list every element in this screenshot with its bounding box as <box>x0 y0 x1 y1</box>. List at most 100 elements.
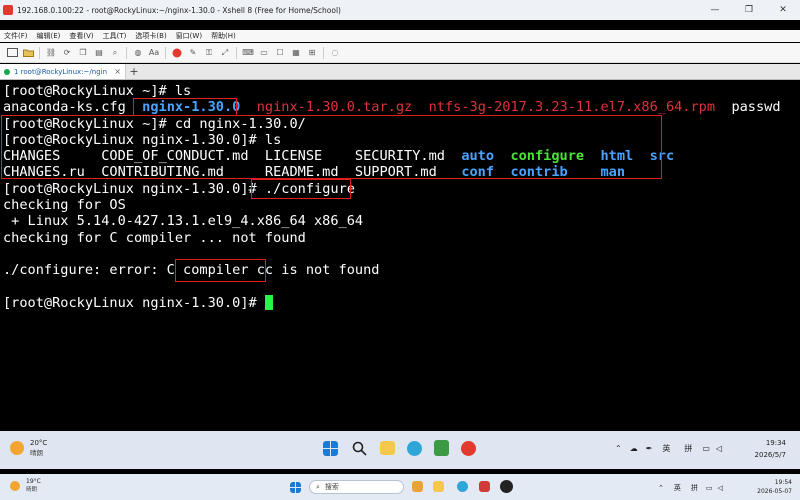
weather-temp: 19°C <box>26 478 41 485</box>
paste-icon[interactable]: ▤ <box>91 46 107 60</box>
terminal-output[interactable]: [root@RockyLinux ~]# ls anaconda-ks.cfg … <box>0 81 800 431</box>
toolbar-divider <box>236 46 237 59</box>
terminal-line: checking for OS <box>3 197 126 214</box>
globe-icon[interactable]: ◍ <box>130 46 146 60</box>
search-icon[interactable] <box>352 441 367 456</box>
menu-window[interactable]: 窗口(W) <box>176 31 202 41</box>
menu-tools[interactable]: 工具(T) <box>103 31 127 41</box>
annotation-box-nginx-dir <box>133 98 237 116</box>
sun-icon <box>10 441 24 455</box>
session-tab-label: 1 root@RockyLinux:~/ngin <box>14 67 108 76</box>
toolbar-divider <box>39 46 40 59</box>
xftp-icon[interactable] <box>169 46 185 60</box>
file-explorer-icon[interactable] <box>380 441 395 455</box>
compose-icon[interactable]: ✎ <box>185 46 201 60</box>
lock-icon[interactable]: ⚿ <box>201 46 217 60</box>
network-icon[interactable]: ▭ <box>702 444 710 453</box>
search-placeholder: 搜索 <box>324 483 339 491</box>
screen: 192.168.0.100:22 - root@RockyLinux:~/ngi… <box>0 0 800 500</box>
app-icon[interactable] <box>412 481 423 492</box>
weather-temp: 20°C <box>30 439 48 447</box>
clock[interactable]: 19:54 2026-05-07 <box>757 479 792 495</box>
media-player-icon[interactable] <box>500 480 513 493</box>
session-tab[interactable]: 1 root@RockyLinux:~/ngin × <box>0 64 126 79</box>
volume-icon[interactable]: ◁ <box>716 444 722 453</box>
windows-start-icon[interactable] <box>290 482 301 493</box>
ime-mode[interactable]: 拼 <box>691 483 698 493</box>
app-icon[interactable] <box>434 440 449 456</box>
ime-language[interactable]: 英 <box>662 443 670 454</box>
sun-icon <box>10 480 20 491</box>
menu-edit[interactable]: 编辑(E) <box>37 31 61 41</box>
terminal-line: [root@RockyLinux ~]# ls <box>3 83 192 99</box>
network-icon[interactable]: ▭ <box>706 484 713 492</box>
file-explorer-icon[interactable] <box>433 481 444 492</box>
terminal-line: ./configure: error: C compiler cc is not… <box>3 262 380 279</box>
wps-icon[interactable] <box>479 481 490 492</box>
close-tab-icon[interactable]: × <box>114 67 121 76</box>
xshell-taskbar-icon[interactable] <box>461 441 476 456</box>
menu-file[interactable]: 文件(F) <box>4 31 28 41</box>
terminal-line: [root@RockyLinux nginx-1.30.0]# <box>3 294 800 311</box>
window-title: 192.168.0.100:22 - root@RockyLinux:~/ngi… <box>17 5 341 15</box>
toolbar: ⛓ ⟳ ❐ ▤ ⌕ ◍ Aa ✎ ⚿ ⤢ ⌨ ▭ ☐ ▦ ⊞ ◌ <box>0 43 800 63</box>
chat-icon[interactable]: ☐ <box>272 46 288 60</box>
cloud-icon[interactable]: ☁ <box>630 444 638 453</box>
weather-desc: 晴朗 <box>30 449 43 457</box>
weather-widget[interactable]: 20°C 晴朗 <box>10 439 47 457</box>
chevron-up-icon[interactable]: ⌃ <box>658 484 664 492</box>
terminal-line: [root@RockyLinux nginx-1.30.0]# ./config… <box>3 180 355 197</box>
windows-taskbar-secondary: 19°C 晴朗 ⌕ 搜索 ⌃ 英 拼 ▭ ◁ 19:54 2026-05-07 <box>0 474 800 500</box>
weather-widget[interactable]: 19°C 晴朗 <box>10 478 41 493</box>
taskbar-search-box[interactable]: ⌕ 搜索 <box>309 480 404 494</box>
minimize-button[interactable]: — <box>698 0 732 20</box>
chevron-up-icon[interactable]: ⌃ <box>615 444 622 453</box>
fullscreen-icon[interactable]: ⤢ <box>217 46 233 60</box>
session-tab-bar: 1 root@RockyLinux:~/ngin × + <box>0 64 800 80</box>
clock[interactable]: 19:34 2026/5/7 <box>755 439 786 460</box>
toolbar-divider <box>126 46 127 59</box>
keyboard-icon[interactable]: ⌨ <box>240 46 256 60</box>
link-icon[interactable]: ⛓ <box>43 46 59 60</box>
annotation-box-configure <box>251 179 351 199</box>
window-titlebar[interactable]: 192.168.0.100:22 - root@RockyLinux:~/ngi… <box>0 0 800 20</box>
search-icon[interactable]: ⌕ <box>107 46 123 60</box>
terminal-line: + Linux 5.14.0-427.13.1.el9_4.x86_64 x86… <box>3 213 364 230</box>
clock-time: 19:34 <box>765 439 786 447</box>
menu-tabs[interactable]: 选项卡(B) <box>135 31 166 41</box>
ime-mode[interactable]: 拼 <box>684 443 692 454</box>
xshell-app-icon <box>3 5 13 15</box>
add-tab-button[interactable]: + <box>126 64 142 79</box>
layout-icon[interactable]: ▦ <box>288 46 304 60</box>
ime-language[interactable]: 英 <box>674 483 681 493</box>
pen-icon[interactable]: ✒ <box>646 444 653 453</box>
windows-start-icon[interactable] <box>323 441 338 456</box>
volume-icon[interactable]: ◁ <box>718 484 723 492</box>
toolbar-divider <box>323 46 324 59</box>
annotation-box-cd-ls <box>1 115 662 179</box>
tile-icon[interactable]: ⊞ <box>304 46 320 60</box>
terminal-line: anaconda-ks.cfg nginx-1.30.0 nginx-1.30.… <box>3 99 781 116</box>
send-icon[interactable]: ▭ <box>256 46 272 60</box>
folder-open-icon[interactable] <box>20 46 36 60</box>
copy-icon[interactable]: ❐ <box>75 46 91 60</box>
new-session-icon[interactable] <box>4 46 20 60</box>
menubar: 文件(F) 编辑(E) 查看(V) 工具(T) 选项卡(B) 窗口(W) 帮助(… <box>0 30 800 42</box>
edge-browser-icon[interactable] <box>457 481 468 492</box>
reconnect-icon[interactable]: ⟳ <box>59 46 75 60</box>
font-icon[interactable]: Aa <box>146 46 162 60</box>
maximize-button[interactable]: ❐ <box>732 0 766 20</box>
system-tray: ⌃ 英 拼 ▭ ◁ <box>658 483 723 493</box>
clock-time: 19:54 <box>774 479 792 486</box>
close-button[interactable]: ✕ <box>766 0 800 20</box>
annotation-box-compiler <box>175 259 266 282</box>
menu-view[interactable]: 查看(V) <box>69 31 93 41</box>
edge-browser-icon[interactable] <box>407 441 422 456</box>
system-tray: ⌃ ☁ ✒ 英 拼 ▭ ◁ <box>615 443 722 454</box>
terminal-line: checking for C compiler ... not found <box>3 229 306 246</box>
terminal-cursor <box>264 294 273 310</box>
windows-taskbar: 20°C 晴朗 ⌃ ☁ ✒ 英 拼 ▭ ◁ 19:34 2026/5/7 <box>0 431 800 469</box>
help-icon[interactable]: ◌ <box>327 46 343 60</box>
menu-help[interactable]: 帮助(H) <box>211 31 236 41</box>
search-icon: ⌕ <box>316 482 320 491</box>
